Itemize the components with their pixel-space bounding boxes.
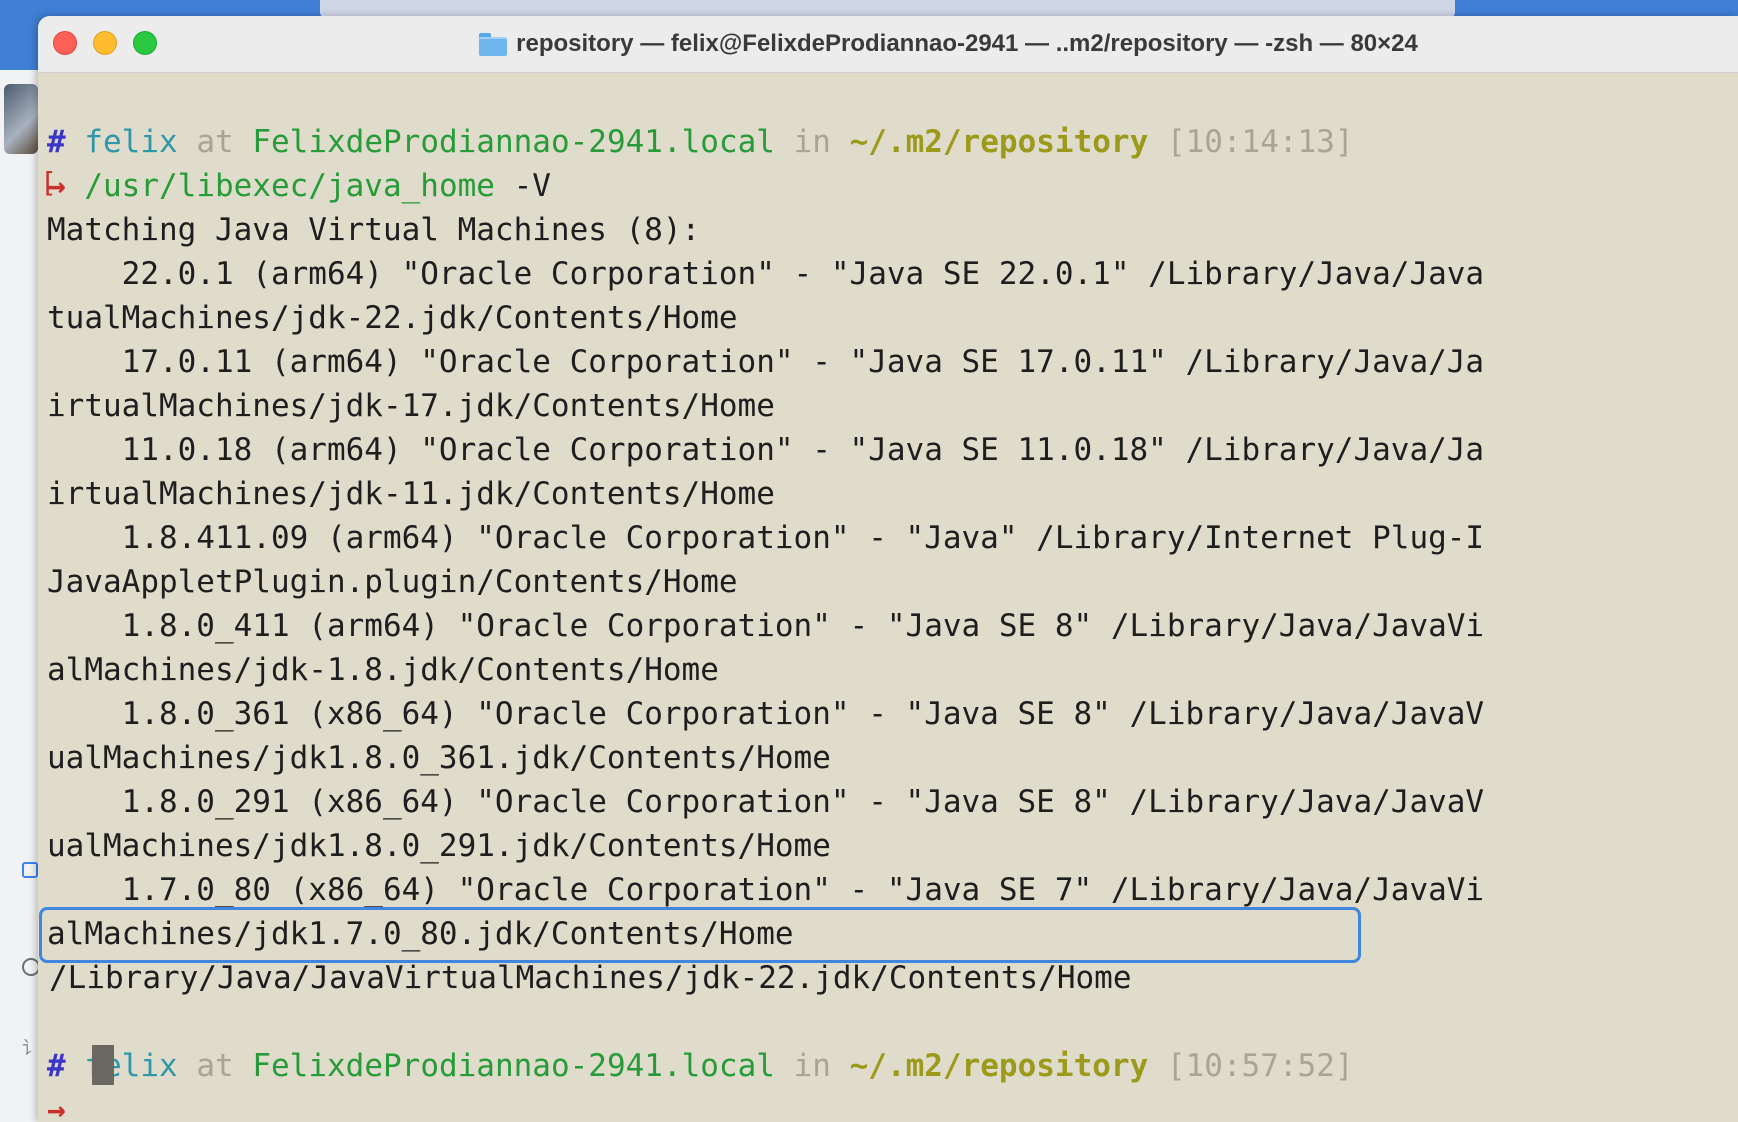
output-line: 1.8.0_361 (x86_64) "Oracle Corporation" …: [47, 696, 1485, 732]
output-line: 1.8.0_291 (x86_64) "Oracle Corporation" …: [47, 784, 1485, 820]
output-line: 22.0.1 (arm64) "Oracle Corporation" - "J…: [47, 256, 1485, 292]
window-title: repository — felix@FelixdeProdiannao-294…: [516, 30, 1418, 57]
output-line: 17.0.11 (arm64) "Oracle Corporation" - "…: [47, 344, 1485, 380]
highlight-annotation-box: [39, 907, 1361, 963]
output-line: 11.0.18 (arm64) "Oracle Corporation" - "…: [47, 432, 1485, 468]
folder-icon: [478, 32, 508, 56]
document-icon[interactable]: [22, 862, 38, 878]
output-line: 1.8.411.09 (arm64) "Oracle Corporation" …: [47, 520, 1485, 556]
command-line: → /usr/libexec/java_home -V: [47, 168, 551, 204]
output-line: JavaAppletPlugin.plugin/Contents/Home: [47, 564, 738, 600]
window-title-group: repository — felix@FelixdeProdiannao-294…: [38, 28, 1738, 60]
output-line: Matching Java Virtual Machines (8):: [47, 212, 701, 248]
output-line: alMachines/jdk-1.8.jdk/Contents/Home: [47, 652, 719, 688]
output-line: 1.8.0_411 (arm64) "Oracle Corporation" -…: [47, 608, 1485, 644]
prompt-line: # felix at FelixdeProdiannao-2941.local …: [47, 124, 1354, 160]
prompt-line: # felix at FelixdeProdiannao-2941.local …: [47, 1048, 1354, 1084]
output-line: 1.7.0_80 (x86_64) "Oracle Corporation" -…: [47, 872, 1485, 908]
terminal-window[interactable]: repository — felix@FelixdeProdiannao-294…: [38, 16, 1738, 1122]
terminal-content[interactable]: # felix at FelixdeProdiannao-2941.local …: [38, 72, 1738, 1122]
avatar[interactable]: [4, 84, 38, 154]
output-line: irtualMachines/jdk-17.jdk/Contents/Home: [47, 388, 775, 424]
input-line[interactable]: →: [47, 1088, 66, 1122]
output-line: tualMachines/jdk-22.jdk/Contents/Home: [47, 300, 738, 336]
title-bar[interactable]: repository — felix@FelixdeProdiannao-294…: [38, 16, 1738, 73]
output-line: ualMachines/jdk1.8.0_361.jdk/Contents/Ho…: [47, 740, 831, 776]
text-cursor: [92, 1045, 114, 1085]
output-line: irtualMachines/jdk-11.jdk/Contents/Home: [47, 476, 775, 512]
output-line: ualMachines/jdk1.8.0_291.jdk/Contents/Ho…: [47, 828, 831, 864]
